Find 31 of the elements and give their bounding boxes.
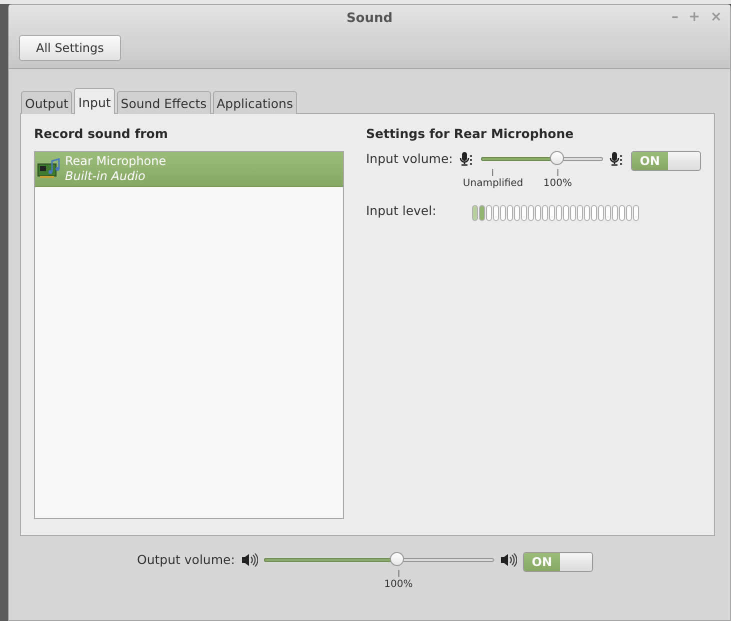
input-level-label: Input level:: [366, 203, 436, 219]
all-settings-button[interactable]: All Settings: [19, 35, 121, 61]
sound-card-icon: [37, 158, 61, 180]
tab[interactable]: Applications: [212, 91, 297, 114]
slider-mark-label: Unamplified: [462, 178, 524, 189]
window-control[interactable]: –: [672, 9, 679, 25]
speaker-icon: [240, 552, 258, 568]
slider-handle[interactable]: [550, 151, 564, 165]
section-heading: Record sound from: [34, 126, 169, 141]
output-volume-label: Output volume:: [137, 552, 235, 568]
slider-mark-label: 100%: [384, 579, 413, 590]
slider-mark-label: 100%: [543, 178, 572, 189]
tab[interactable]: Sound Effects: [116, 91, 211, 114]
microphone-icon: [458, 151, 475, 167]
window-title: Sound: [346, 10, 393, 26]
speaker-icon: [500, 552, 517, 568]
device-name: Rear Microphone: [65, 154, 166, 169]
window-control[interactable]: ×: [710, 9, 722, 25]
section-heading: Settings for Rear Microphone: [366, 126, 575, 141]
device-subtitle: Built-in Audio: [65, 169, 146, 184]
microphone-icon: [608, 151, 625, 167]
volume-slider[interactable]: [264, 552, 494, 568]
input-volume-label: Input volume:: [366, 151, 453, 167]
volume-slider[interactable]: [480, 151, 603, 167]
tab[interactable]: Input: [74, 88, 115, 114]
toggle-switch[interactable]: ON: [630, 151, 701, 171]
slider-handle[interactable]: [390, 552, 404, 566]
device-item[interactable]: Rear Microphone Built-in Audio: [35, 152, 343, 187]
toggle-switch[interactable]: ON: [522, 552, 593, 572]
tab[interactable]: Output: [21, 91, 72, 114]
window-control[interactable]: +: [688, 9, 700, 25]
